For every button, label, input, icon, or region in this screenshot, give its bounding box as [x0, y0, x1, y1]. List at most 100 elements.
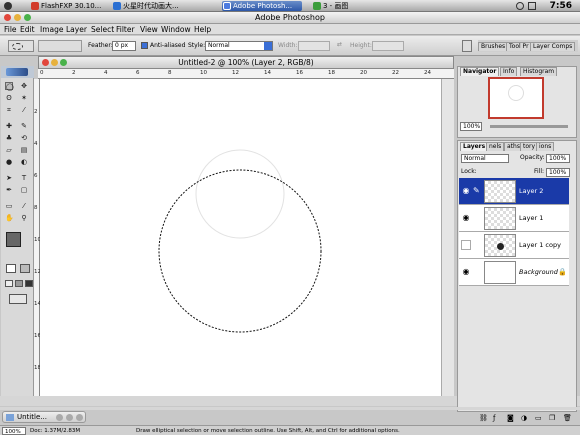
vertical-scrollbar[interactable]: [441, 79, 454, 396]
layer-row-layer-1[interactable]: ◉ Layer 1: [459, 205, 569, 232]
selection-mode-buttons[interactable]: [38, 40, 82, 52]
taskbar-item-photoshop[interactable]: Adobe Photosh...: [222, 1, 302, 11]
slice-tool-icon[interactable]: ⁄: [20, 106, 28, 114]
layer-row-layer-2[interactable]: ◉ ✎ Layer 2: [459, 178, 569, 205]
minimize-icon[interactable]: [14, 14, 21, 21]
quick-mask-icon[interactable]: [20, 264, 30, 273]
dodge-tool-icon[interactable]: ◐: [20, 158, 28, 166]
doc-minimize-icon[interactable]: [66, 414, 73, 421]
tool-preset-picker[interactable]: [8, 40, 34, 52]
gradient-tool-icon[interactable]: ▤: [20, 146, 28, 154]
document-canvas[interactable]: [40, 79, 454, 396]
eye-icon[interactable]: ◉: [461, 186, 471, 196]
horizontal-ruler: 0 2 4 6 8 10 12 14 16 18 20 22 24: [38, 69, 454, 79]
taskbar-item-flashfxp[interactable]: FlashFXP 30.10...: [30, 1, 106, 11]
fill-input[interactable]: 100%: [546, 168, 570, 177]
foreground-color-swatch[interactable]: [6, 232, 21, 247]
style-select[interactable]: Normal: [205, 41, 273, 51]
feather-input[interactable]: 0 px: [112, 41, 136, 51]
navigator-preview[interactable]: [488, 77, 544, 119]
link-layers-icon[interactable]: ⛓: [479, 414, 488, 422]
palette-well-icon[interactable]: [462, 40, 472, 52]
hand-tool-icon[interactable]: ✋: [5, 214, 14, 222]
type-tool-icon[interactable]: T: [20, 174, 28, 182]
tab-actions[interactable]: ions: [536, 142, 555, 151]
trash-icon[interactable]: 🗑: [563, 414, 572, 422]
crop-tool-icon[interactable]: ⌗: [5, 106, 13, 114]
menu-edit[interactable]: Edit: [20, 24, 35, 35]
eyedropper-icon[interactable]: ⁄: [20, 202, 28, 210]
healing-brush-icon[interactable]: ✚: [5, 122, 13, 130]
tab-layers[interactable]: Layers: [460, 142, 489, 151]
menu-view[interactable]: View: [140, 24, 158, 35]
doc-zoom-icon[interactable]: [60, 59, 67, 66]
network-icon[interactable]: [528, 2, 536, 10]
menu-window[interactable]: Window: [161, 24, 191, 35]
os-taskbar: FlashFXP 30.10... 火星时代动画大... Adobe Photo…: [0, 0, 580, 12]
palette-tab-layer-comps[interactable]: Layer Comps: [530, 42, 576, 51]
taskbar-item-paint[interactable]: 3 - 画图: [312, 1, 384, 11]
navigator-zoom-slider[interactable]: [490, 125, 568, 128]
minimized-document[interactable]: Untitle...: [2, 411, 86, 423]
tab-channels[interactable]: nels: [486, 142, 505, 151]
eye-icon[interactable]: ◉: [461, 213, 471, 223]
screen-mode-full-menu-icon[interactable]: [15, 280, 23, 287]
doc-close-icon[interactable]: [42, 59, 49, 66]
new-layer-icon[interactable]: ❐: [549, 414, 555, 422]
status-zoom[interactable]: 100%: [2, 427, 26, 435]
taskbar-item-ie[interactable]: 火星时代动画大...: [112, 1, 218, 11]
eye-icon[interactable]: ◉: [461, 267, 471, 277]
doc-zoom-icon[interactable]: [76, 414, 83, 421]
menu-image[interactable]: Image: [40, 24, 64, 35]
standard-mode-icon[interactable]: [6, 264, 16, 273]
status-doc-size[interactable]: Doc: 1.37M/2.83M: [30, 427, 80, 435]
menu-select[interactable]: Select: [91, 24, 114, 35]
hidden-eye-box[interactable]: [461, 240, 471, 250]
history-brush-icon[interactable]: ⟲: [20, 134, 28, 142]
tab-navigator[interactable]: Navigator: [460, 67, 500, 76]
close-icon[interactable]: [4, 14, 11, 21]
palette-tab-brushes[interactable]: Brushes: [478, 42, 509, 51]
magic-wand-icon[interactable]: ✶: [20, 94, 28, 102]
blur-tool-icon[interactable]: ●: [5, 158, 13, 166]
apple-menu-icon[interactable]: [4, 2, 12, 10]
jump-to-imageready-icon[interactable]: [9, 294, 27, 304]
shape-tool-icon[interactable]: ▢: [20, 186, 28, 194]
tab-histogram[interactable]: Histogram: [520, 67, 558, 76]
pen-tool-icon[interactable]: ✒: [5, 186, 13, 194]
preview-circle: [508, 85, 524, 101]
marquee-tool-icon[interactable]: ◯: [5, 82, 14, 91]
clone-stamp-icon[interactable]: ♣: [5, 134, 13, 142]
doc-minimize-icon[interactable]: [51, 59, 58, 66]
layer-style-icon[interactable]: ƒ: [493, 414, 495, 422]
navigator-zoom-input[interactable]: 100%: [460, 122, 482, 131]
anti-aliased-checkbox[interactable]: [141, 42, 148, 49]
lasso-tool-icon[interactable]: ʘ: [5, 94, 13, 102]
adjustment-layer-icon[interactable]: ◑: [521, 414, 527, 422]
layer-row-layer-1-copy[interactable]: Layer 1 copy: [459, 232, 569, 259]
tab-info[interactable]: Info: [500, 67, 518, 76]
new-group-icon[interactable]: ▭: [535, 414, 542, 422]
brush-tool-icon[interactable]: ✎: [20, 122, 28, 130]
mask-icon[interactable]: ◙: [507, 414, 514, 422]
notes-tool-icon[interactable]: ▭: [5, 202, 13, 210]
doc-close-icon[interactable]: [56, 414, 63, 421]
menu-file[interactable]: File: [4, 24, 17, 35]
layer-thumbnail: [484, 261, 516, 284]
palette-tab-tool-presets[interactable]: Tool Pr: [506, 42, 532, 51]
zoom-tool-icon[interactable]: ⚲: [20, 214, 28, 222]
menu-filter[interactable]: Filter: [116, 24, 135, 35]
path-selection-icon[interactable]: ➤: [5, 174, 13, 182]
menu-layer[interactable]: Layer: [66, 24, 87, 35]
sound-icon[interactable]: [516, 2, 524, 10]
screen-mode-standard-icon[interactable]: [5, 280, 13, 287]
blend-mode-select[interactable]: Normal: [461, 154, 509, 163]
zoom-icon[interactable]: [24, 14, 31, 21]
opacity-input[interactable]: 100%: [546, 154, 570, 163]
menu-help[interactable]: Help: [194, 24, 211, 35]
separator: [0, 407, 580, 410]
screen-mode-full-icon[interactable]: [25, 280, 33, 287]
layer-row-background[interactable]: ◉ Background 🔒: [459, 259, 569, 286]
move-tool-icon[interactable]: ✥: [20, 82, 28, 90]
eraser-tool-icon[interactable]: ▱: [5, 146, 13, 154]
